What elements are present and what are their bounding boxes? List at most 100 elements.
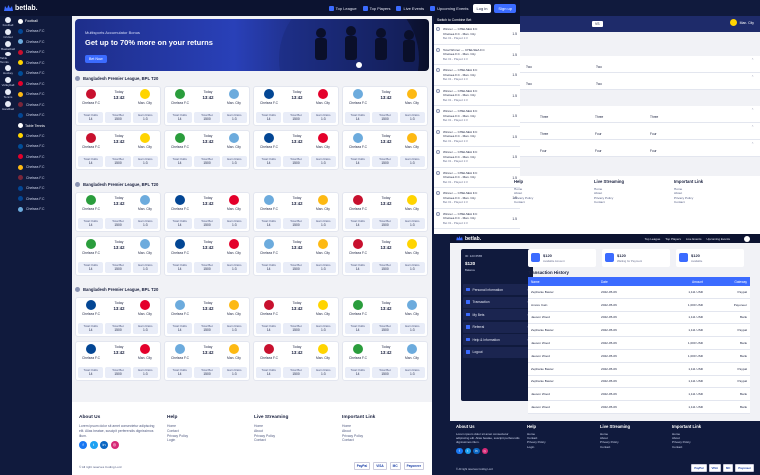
league-item[interactable]: Chelsea F.C [18,68,70,79]
odds-option[interactable]: Four [595,149,602,153]
match-card[interactable]: Chelsea F.C Today 13:42 Man. City Total Odds… [164,192,250,232]
linkedin-icon[interactable]: in [100,441,108,450]
brand-logo[interactable]: betlab. [4,4,38,12]
table-row[interactable]: Zephanie Baxter 2022-05-06 1,111 USD Paypal [528,375,750,389]
match-card[interactable]: Chelsea F.C Today 13:42 Man. City Total Odds… [75,130,161,170]
stat-box[interactable]: Earn Ratio 1:3 [221,156,247,167]
odds-option[interactable]: Three [540,115,548,119]
bet-slip-item[interactable]: Winner — CHELSEA F.C Chelsea F.C - Man. C… [434,106,520,127]
bet-slip-item[interactable]: Winner — CHELSEA F.C Chelsea F.C - Man. C… [434,188,520,209]
remove-icon[interactable] [436,68,440,72]
league-item[interactable]: Chelsea F.C [18,79,70,90]
bet-slip-item[interactable]: Total Winner — CHELSEA F.C Chelsea F.C - … [434,45,520,65]
stat-box[interactable]: Earn Ratio 1:3 [310,262,336,273]
table-row[interactable]: Jaeson Wood 2022-05-06 1,111 USD Bank [528,401,750,414]
instagram-icon[interactable]: ◎ [481,447,488,455]
remove-icon[interactable] [436,109,440,113]
league-item[interactable]: Chelsea F.C [18,37,70,48]
nav-top-league[interactable]: Top League [645,237,661,241]
league-item[interactable]: Chelsea F.C [18,58,70,69]
stat-box[interactable]: Total Bet 1500 [283,262,309,273]
sport-item[interactable]: Basketball [0,40,16,52]
column-header[interactable]: Date [598,280,652,284]
footer-link[interactable]: Contact [342,438,375,443]
stat-box[interactable]: Total Odds 14 [345,218,371,229]
remove-icon[interactable] [436,150,440,154]
odds-row[interactable]: Two Two ⌃ [520,73,760,90]
bet-slip-header[interactable]: Switch to Combine Bet [434,16,520,24]
footer-link[interactable]: Contact [594,200,624,204]
stat-box[interactable]: Total Odds 14 [167,112,193,123]
sidebar-section-football[interactable]: Football [18,16,70,26]
stat-box[interactable]: Total Bet 1500 [105,112,131,123]
stat-box[interactable]: Earn Ratio 1:3 [310,218,336,229]
stat-box[interactable]: Total Odds 14 [78,262,104,273]
stat-box[interactable]: Earn Ratio 1:3 [399,323,425,334]
facebook-icon[interactable]: f [79,441,87,450]
stat-box[interactable]: Total Odds 14 [78,323,104,334]
league-item[interactable]: Chelsea F.C [18,131,70,142]
stat-box[interactable]: Total Odds 14 [167,262,193,273]
stat-box[interactable]: Total Odds 14 [256,367,282,378]
stat-box[interactable]: Total Bet 1500 [105,323,131,334]
bet-slip-item[interactable]: Winner — CHELSEA F.C Chelsea F.C - Man. C… [434,65,520,86]
stat-box[interactable]: Total Odds 14 [345,367,371,378]
account-menu-item[interactable]: Help & Information› [463,334,531,345]
stat-box[interactable]: Total Odds 14 [256,112,282,123]
remove-icon[interactable] [436,47,440,52]
nav-live-events[interactable]: Live Events [396,5,424,11]
odds-option[interactable]: Four [650,149,657,153]
stat-box[interactable]: Total Odds 14 [345,262,371,273]
stat-box[interactable]: Total Odds 14 [78,367,104,378]
footer-link[interactable]: Contact [674,200,703,204]
stat-box[interactable]: Total Bet 1500 [105,218,131,229]
stat-box[interactable]: Total Bet 1500 [372,218,398,229]
chevron-icon[interactable]: ⌃ [751,142,754,146]
stat-box[interactable]: Earn Ratio 1:3 [399,218,425,229]
sport-item[interactable]: Handball [0,100,16,112]
sidebar-section-tennis[interactable]: Table Tennis [18,121,70,131]
odds-option[interactable]: Four [540,149,547,153]
match-card[interactable]: Chelsea F.C Today 13:42 Man. City Total Odds… [253,86,339,126]
stat-box[interactable]: Earn Ratio 1:3 [221,323,247,334]
table-row[interactable]: Zephanie Baxter 2022-05-06 1,111 USD Paypal [528,286,750,299]
stat-box[interactable]: Total Odds 14 [256,323,282,334]
stat-box[interactable]: Total Odds 14 [78,218,104,229]
match-card[interactable]: Chelsea F.C Today 13:42 Man. City Total Odds… [342,297,428,337]
twitter-icon[interactable]: t [464,447,471,455]
odds-option[interactable]: Three [595,115,603,119]
stat-box[interactable]: Total Odds 14 [256,156,282,167]
sport-item[interactable]: Tennis [0,88,16,100]
match-card[interactable]: Chelsea F.C Today 13:42 Man. City Total Odds… [342,192,428,232]
remove-icon[interactable] [436,191,440,195]
table-row[interactable]: Zephanie Baxter 2022-05-06 1,111 USD Paypal [528,324,750,338]
column-header[interactable]: Amount [652,280,706,284]
odds-row[interactable]: Three Four Four ⌃ [520,123,760,140]
odds-row[interactable]: Four Four Four ⌃ [520,140,760,157]
stat-box[interactable]: Total Odds 14 [345,323,371,334]
table-row[interactable]: Jaeson Wood 2022-05-06 1,111 USD Bank [528,311,750,325]
stat-box[interactable]: Total Odds 14 [256,262,282,273]
sport-item[interactable]: Hockey [0,64,16,76]
match-card[interactable]: Chelsea F.C Today 13:42 Man. City Total Odds… [75,236,161,276]
stat-box[interactable]: Total Bet 1500 [372,367,398,378]
stat-box[interactable]: Total Bet 1500 [372,112,398,123]
stat-box[interactable]: Earn Ratio 1:3 [399,112,425,123]
nav-upcoming-events[interactable]: Upcoming Events [430,5,469,11]
stat-box[interactable]: Total Bet 1500 [372,323,398,334]
stat-box[interactable]: Earn Ratio 1:3 [399,262,425,273]
account-menu-item[interactable]: Logout [463,346,531,358]
footer-link[interactable]: Contact [672,445,701,449]
stat-box[interactable]: Earn Ratio 1:3 [221,262,247,273]
league-item[interactable]: Chelsea F.C [18,100,70,111]
match-card[interactable]: Chelsea F.C Today 13:42 Man. City Total Odds… [75,341,161,381]
account-menu-item[interactable]: Transaction› [463,296,531,308]
chevron-icon[interactable]: ⌃ [751,58,754,62]
odds-option[interactable]: Two [596,65,602,69]
bet-slip-item[interactable]: Winner — CHELSEA F.C Chelsea F.C - Man. C… [434,86,520,106]
stat-box[interactable]: Total Odds 14 [167,367,193,378]
nav-upcoming-events[interactable]: Upcoming Events [706,237,730,241]
footer-link[interactable]: Privacy Policy [527,440,546,444]
brand-logo[interactable]: betlab. [456,236,481,242]
odds-option[interactable]: Two [596,82,602,86]
